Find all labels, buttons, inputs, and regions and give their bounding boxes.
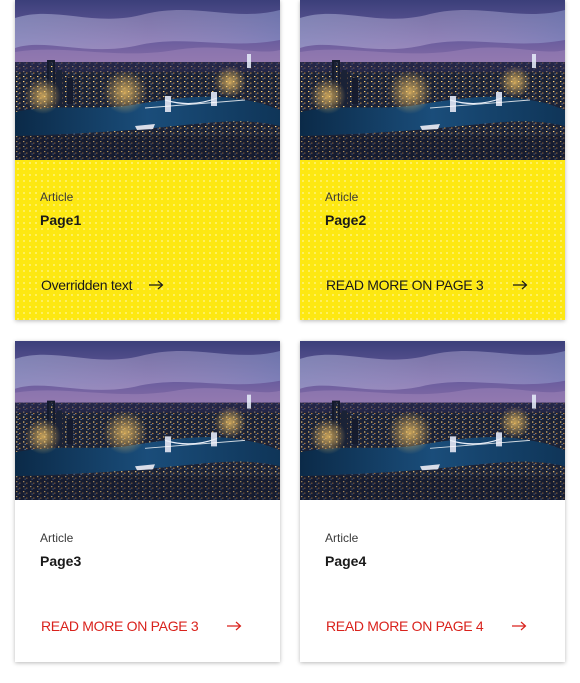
card-type: Article [325, 190, 359, 204]
read-more-link[interactable]: READ MORE ON PAGE 4 [326, 618, 527, 634]
card-title[interactable]: Page4 [325, 553, 366, 569]
article-card[interactable]: Article Page1 Overridden text [15, 0, 280, 320]
card-type: Article [325, 531, 359, 545]
read-more-link[interactable]: Overridden text [41, 277, 164, 293]
city-skyline-image [15, 0, 280, 160]
article-card[interactable]: Article Page2 READ MORE ON PAGE 3 [300, 0, 565, 320]
card-title[interactable]: Page1 [40, 212, 81, 228]
city-skyline-image [15, 341, 280, 500]
card-title[interactable]: Page2 [325, 212, 366, 228]
read-more-link[interactable]: READ MORE ON PAGE 3 [41, 618, 242, 634]
article-card[interactable]: Article Page4 READ MORE ON PAGE 4 [300, 341, 565, 662]
read-more-link[interactable]: READ MORE ON PAGE 3 [326, 277, 528, 293]
card-body: Article Page2 READ MORE ON PAGE 3 [300, 160, 565, 320]
arrow-right-icon [512, 621, 527, 631]
card-body: Article Page3 READ MORE ON PAGE 3 [15, 500, 280, 662]
read-more-label: READ MORE ON PAGE 3 [326, 277, 484, 293]
card-title[interactable]: Page3 [40, 553, 81, 569]
arrow-right-icon [149, 280, 164, 290]
arrow-right-icon [513, 280, 528, 290]
arrow-right-icon [227, 621, 242, 631]
article-card[interactable]: Article Page3 READ MORE ON PAGE 3 [15, 341, 280, 662]
city-skyline-image [300, 0, 565, 160]
card-type: Article [40, 531, 74, 545]
read-more-label: READ MORE ON PAGE 3 [41, 618, 199, 634]
card-body: Article Page4 READ MORE ON PAGE 4 [300, 500, 565, 662]
city-skyline-image [300, 341, 565, 500]
card-grid: Article Page1 Overridden text Article Pa… [0, 0, 580, 683]
read-more-label: Overridden text [41, 277, 133, 293]
card-type: Article [40, 190, 74, 204]
read-more-label: READ MORE ON PAGE 4 [326, 618, 484, 634]
card-body: Article Page1 Overridden text [15, 160, 280, 320]
